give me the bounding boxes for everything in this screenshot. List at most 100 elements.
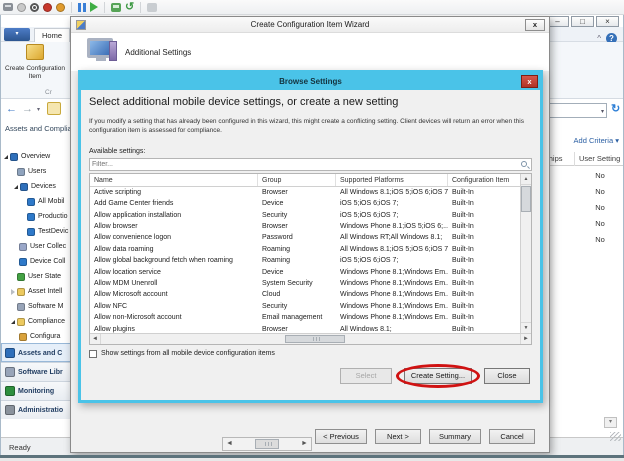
scroll-right-icon[interactable]: ► — [520, 334, 531, 344]
vertical-scrollbar-thumb[interactable] — [521, 186, 531, 212]
setting-name-cell: Allow application installation — [90, 210, 258, 221]
workspace-administratio[interactable]: Administratio — [1, 400, 71, 419]
tree-item-productio[interactable]: Productio — [1, 209, 71, 224]
revert-icon[interactable]: ↺ — [125, 3, 134, 12]
scroll-down-icon[interactable]: ▼ — [521, 322, 531, 333]
setting-name-cell: Allow non-Microsoft account — [90, 312, 258, 323]
setting-row[interactable]: Allow location serviceDeviceWindows Phon… — [90, 267, 520, 278]
setting-row[interactable]: Allow browserBrowserWindows Phone 8.1;iO… — [90, 221, 520, 232]
setting-row[interactable]: Allow non-Microsoft accountEmail managem… — [90, 312, 520, 323]
workspace-software-libr[interactable]: Software Libr — [1, 362, 71, 381]
tree-item-label: Overview — [21, 149, 50, 164]
workspace-assets-and-c[interactable]: Assets and C — [1, 343, 71, 362]
vertical-scrollbar[interactable]: ▲ ▼ — [520, 174, 531, 333]
setting-platforms-cell: iOS 5;iOS 6;iOS 7; — [336, 255, 448, 266]
tree-item-configura[interactable]: Configura — [1, 329, 71, 344]
setting-row[interactable]: Allow NFCSecurityWindows Phone 8.1;Windo… — [90, 301, 520, 312]
dialog-titlebar[interactable]: Browse Settings x — [81, 73, 540, 90]
workspace-monitoring[interactable]: Monitoring — [1, 381, 71, 400]
show-all-settings-checkbox-row: Show settings from all mobile device con… — [89, 350, 532, 358]
history-dropdown-icon[interactable]: ▾ — [37, 106, 40, 113]
breadcrumb-node-icon — [47, 102, 61, 115]
tree-item-devices[interactable]: Devices — [1, 179, 71, 194]
tree-item-user-collec[interactable]: User Collec — [1, 239, 71, 254]
turn-off-icon[interactable] — [30, 3, 39, 12]
start-icon[interactable] — [90, 2, 98, 12]
setting-row[interactable]: Allow application installationSecurityiO… — [90, 210, 520, 221]
forward-icon[interactable]: → — [22, 103, 33, 115]
vm-scroll-corner-button[interactable]: ▾ — [604, 417, 617, 428]
horizontal-scrollbar-thumb[interactable] — [285, 335, 345, 343]
cancel-button[interactable]: Cancel — [489, 429, 535, 444]
setting-platforms-cell: iOS 5;iOS 6;iOS 7; — [336, 198, 448, 209]
start-disabled-icon[interactable] — [17, 3, 26, 12]
workspace-label: Administratio — [18, 407, 63, 414]
setting-group-cell: System Security — [258, 278, 336, 289]
select-button[interactable]: Select — [340, 368, 392, 384]
tree-item-software-m[interactable]: Software M — [1, 299, 71, 314]
setting-row[interactable]: Active scriptingBrowserAll Windows 8.1;i… — [90, 187, 520, 198]
wizard-titlebar[interactable]: Create Configuration Item Wizard x — [71, 17, 549, 33]
refresh-icon[interactable]: ↻ — [611, 103, 620, 116]
column-header-group[interactable]: Group — [258, 174, 336, 186]
tree-item-all-mobil[interactable]: All Mobil — [1, 194, 71, 209]
setting-row[interactable]: Allow global background fetch when roami… — [90, 255, 520, 266]
devices-icon — [20, 183, 28, 191]
software-icon — [17, 303, 25, 311]
setting-row[interactable]: Allow convenience logonPasswordAll Windo… — [90, 232, 520, 243]
horizontal-scrollbar[interactable]: ◄ ► — [90, 333, 531, 344]
column-header-user-setting[interactable]: User Setting — [579, 154, 620, 163]
summary-button[interactable]: Summary — [429, 429, 481, 444]
show-all-settings-checkbox[interactable] — [89, 350, 97, 358]
expander-icon[interactable] — [11, 320, 15, 324]
vm-scroll-left-icon[interactable]: ◄ — [223, 438, 236, 450]
setting-row[interactable]: Allow Microsoft accountCloudWindows Phon… — [90, 289, 520, 300]
resize-grip[interactable] — [610, 432, 621, 441]
add-criteria-link[interactable]: Add Criteria ▾ — [574, 136, 619, 145]
tree-item-device-coll[interactable]: Device Coll — [1, 254, 71, 269]
search-input[interactable]: ▾ — [549, 103, 607, 118]
close-dialog-button[interactable]: Close — [484, 368, 530, 384]
overview-icon — [10, 153, 18, 161]
app-menu-button[interactable]: ▾ — [4, 28, 30, 41]
vm-scrollbar-thumb[interactable] — [255, 439, 279, 449]
create-configuration-item-button[interactable]: Create Configuration Item — [3, 44, 67, 92]
save-state-icon[interactable] — [56, 3, 65, 12]
column-header-supported-platforms[interactable]: Supported Platforms — [336, 174, 448, 186]
enhanced-session-icon[interactable] — [147, 3, 157, 12]
tree-item-overview[interactable]: Overview — [1, 149, 71, 164]
ctrl-alt-del-icon[interactable] — [3, 3, 13, 11]
next-button[interactable]: Next > — [375, 429, 421, 444]
previous-button[interactable]: < Previous — [315, 429, 367, 444]
close-button[interactable]: × — [596, 16, 619, 27]
scroll-left-icon[interactable]: ◄ — [90, 334, 101, 344]
setting-row[interactable]: Allow data roamingRoamingAll Windows 8.1… — [90, 244, 520, 255]
collection-icon — [27, 198, 35, 206]
expander-icon[interactable] — [11, 289, 15, 295]
column-header-name[interactable]: Name — [90, 174, 258, 186]
expander-icon[interactable] — [14, 185, 18, 189]
tree-item-compliance[interactable]: Compliance — [1, 314, 71, 329]
checkpoint-icon[interactable] — [111, 3, 121, 12]
wizard-close-button[interactable]: x — [525, 19, 545, 31]
pause-icon[interactable] — [78, 3, 86, 12]
setting-row[interactable]: Allow MDM UnenrollSystem SecurityWindows… — [90, 278, 520, 289]
tree-item-user-state[interactable]: User State — [1, 269, 71, 284]
maximize-button[interactable]: □ — [571, 16, 594, 27]
scroll-up-icon[interactable]: ▲ — [521, 174, 531, 185]
setting-row[interactable]: Add Game Center friendsDeviceiOS 5;iOS 6… — [90, 198, 520, 209]
tree-item-testdevic[interactable]: TestDevic — [1, 224, 71, 239]
back-icon[interactable]: ← — [6, 103, 17, 115]
shut-down-icon[interactable] — [43, 3, 52, 12]
expander-icon[interactable] — [4, 155, 8, 159]
tree-item-asset-intell[interactable]: Asset Intell — [1, 284, 71, 299]
vm-scroll-right-icon[interactable]: ► — [298, 438, 311, 450]
filter-input[interactable] — [92, 159, 512, 170]
tree-item-users[interactable]: Users — [1, 164, 71, 179]
tab-home[interactable]: Home — [34, 28, 70, 42]
vm-horizontal-scrollbar[interactable]: ◄ ► — [222, 437, 312, 451]
dialog-close-button[interactable]: x — [521, 75, 538, 88]
search-scope-dropdown-icon[interactable]: ▾ — [601, 108, 604, 115]
create-setting-button[interactable]: Create Setting... — [404, 368, 472, 384]
column-header-configuration-item[interactable]: Configuration Item — [448, 174, 520, 186]
